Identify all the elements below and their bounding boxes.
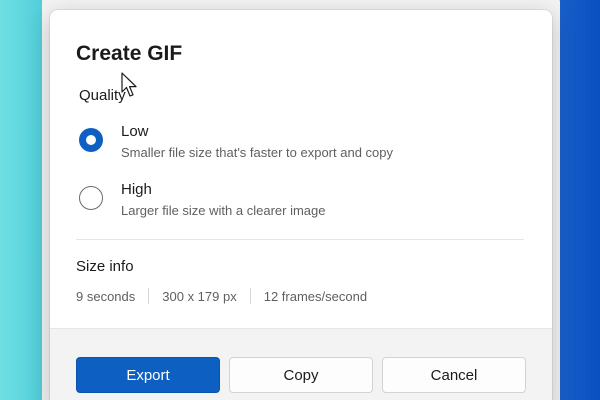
radio-unchecked-icon[interactable]	[79, 186, 103, 210]
cancel-button[interactable]: Cancel	[382, 357, 526, 393]
option-description: Larger file size with a clearer image	[121, 203, 326, 218]
section-divider	[76, 239, 524, 240]
export-button[interactable]: Export	[76, 357, 220, 393]
quality-option-low[interactable]: Low Smaller file size that's faster to e…	[76, 123, 536, 171]
create-gif-dialog: Create GIF Quality Low Smaller file size…	[50, 10, 552, 400]
radio-checked-icon[interactable]	[79, 128, 103, 152]
quality-option-high[interactable]: High Larger file size with a clearer ima…	[76, 181, 536, 229]
size-info-dimensions: 300 x 179 px	[162, 288, 237, 304]
size-info-title: Size info	[76, 258, 134, 275]
size-info-separator	[249, 288, 251, 304]
size-info-separator	[148, 288, 150, 304]
size-info-row: 9 seconds 300 x 179 px 12 frames/second	[76, 287, 367, 305]
quality-label: Quality	[79, 87, 126, 104]
option-description: Smaller file size that's faster to expor…	[121, 145, 393, 160]
size-info-duration: 9 seconds	[76, 288, 136, 304]
dialog-footer: Export Copy Cancel	[50, 328, 552, 400]
mouse-pointer-icon	[121, 72, 137, 97]
copy-button[interactable]: Copy	[229, 357, 373, 393]
option-title: High	[121, 181, 152, 198]
option-title: Low	[121, 123, 149, 140]
dialog-title: Create GIF	[76, 42, 183, 65]
size-info-frame-rate: 12 frames/second	[263, 288, 368, 304]
